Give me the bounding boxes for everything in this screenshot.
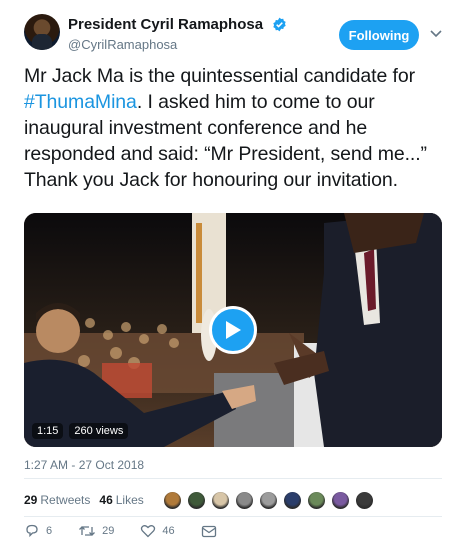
liker-avatar[interactable] [210,490,230,510]
tweet-actions: 6 29 46 [24,524,249,538]
retweets-count: 29 [24,493,38,507]
liker-avatar[interactable] [282,490,302,510]
retweet-count: 29 [102,525,115,537]
tweet-header: President Cyril Ramaphosa @CyrilRamaphos… [24,14,444,58]
reply-count: 6 [46,525,53,537]
liker-avatar[interactable] [306,490,326,510]
divider [24,478,442,479]
verified-badge-icon [272,17,286,32]
author-block[interactable]: President Cyril Ramaphosa @CyrilRamaphos… [68,16,287,52]
divider [24,516,442,517]
video-meta: 1:15 260 views [32,423,129,439]
liker-avatar[interactable] [258,490,278,510]
chevron-down-icon[interactable] [429,26,443,40]
retweet-button[interactable]: 29 [78,524,114,538]
video-player[interactable]: 1:15 260 views [24,213,442,447]
reply-button[interactable]: 6 [24,524,52,538]
play-icon [226,321,241,339]
reply-icon [26,524,38,538]
likes-stat[interactable]: 46 Likes [99,493,143,507]
engagement-stats: 29 Retweets 46 Likes [24,489,379,511]
envelope-icon [201,525,216,537]
play-button[interactable] [209,306,257,354]
video-views: 260 views [69,423,129,439]
hashtag-link[interactable]: #ThumaMina [24,91,137,113]
likes-label: Likes [115,493,144,507]
like-button[interactable]: 46 [140,524,175,538]
retweets-stat[interactable]: 29 Retweets [24,493,90,507]
liker-avatar[interactable] [354,490,374,510]
handle: @CyrilRamaphosa [68,37,178,52]
video-duration: 1:15 [32,423,64,439]
tweet-text-part: Mr Jack Ma is the quintessential candida… [24,65,421,87]
liker-avatar[interactable] [162,490,182,510]
avatar[interactable] [24,14,60,50]
like-count: 46 [162,525,175,537]
liker-avatar[interactable] [330,490,350,510]
following-button[interactable]: Following [339,20,419,50]
retweet-icon [79,526,96,536]
tweet-text: Mr Jack Ma is the quintessential candida… [24,63,444,193]
likes-count: 46 [99,493,113,507]
tweet-timestamp[interactable]: 1:27 AM - 27 Oct 2018 [24,458,144,472]
liker-avatar[interactable] [186,490,206,510]
retweets-label: Retweets [40,493,91,507]
heart-icon [141,525,156,538]
liker-avatar[interactable] [234,490,254,510]
display-name[interactable]: President Cyril Ramaphosa [68,16,263,33]
direct-message-button[interactable] [201,525,223,538]
liker-avatars [162,490,379,510]
